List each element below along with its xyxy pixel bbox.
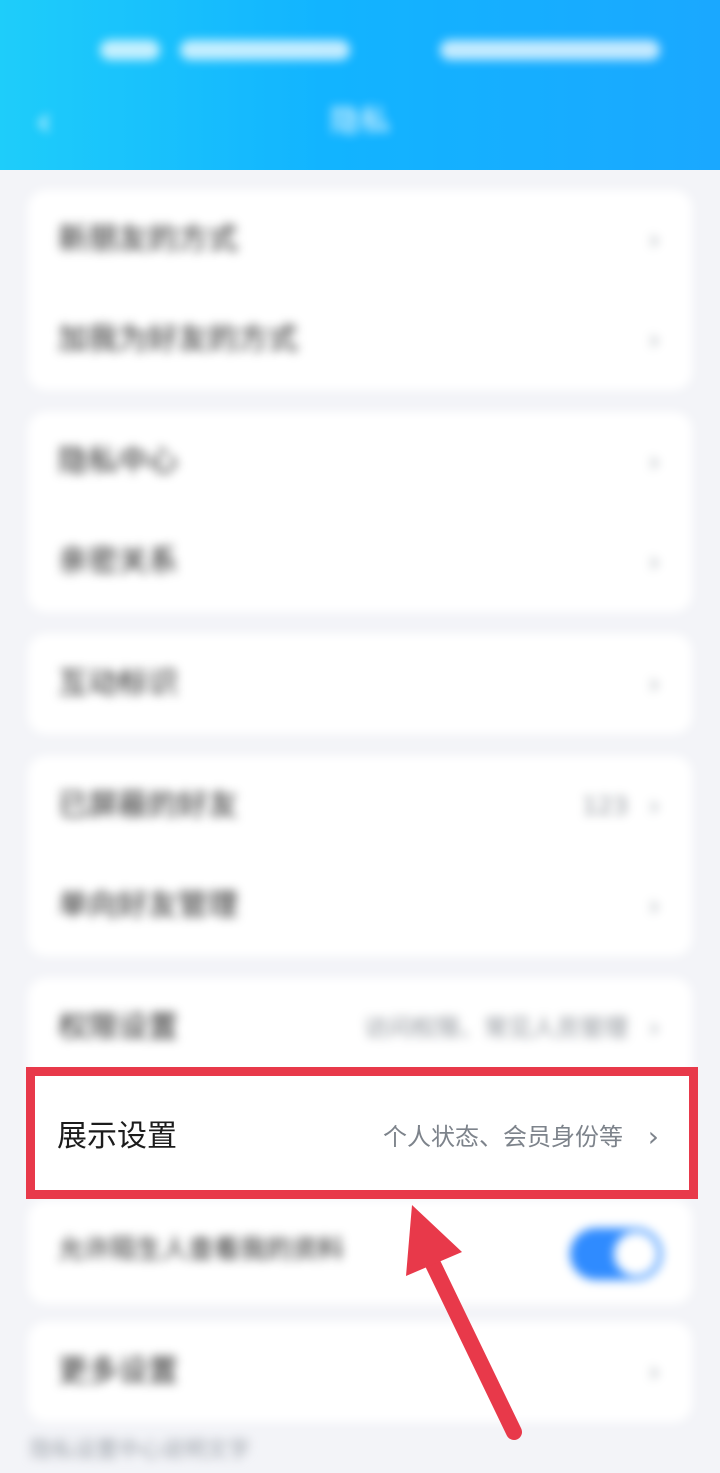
annotation-arrow-icon [406, 1205, 522, 1440]
